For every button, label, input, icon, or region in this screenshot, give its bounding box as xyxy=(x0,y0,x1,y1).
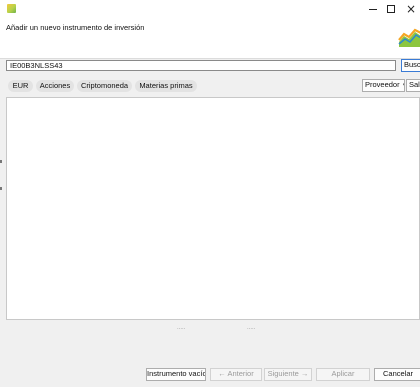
chart-logo-icon xyxy=(398,26,420,48)
search-button[interactable]: Buscar xyxy=(401,59,420,72)
empty-instrument-button[interactable]: Instrumento vacío xyxy=(146,368,206,381)
app-icon xyxy=(7,4,16,13)
title-bar: × xyxy=(0,0,420,18)
left-edge-marker xyxy=(0,187,2,190)
chevron-down-icon: ▼ xyxy=(402,83,404,89)
filter-chip-eur[interactable]: EUR xyxy=(8,80,33,92)
filter-chip-commodities[interactable]: Materias primas xyxy=(135,80,197,92)
maximize-icon xyxy=(387,5,395,13)
add-instrument-dialog: × Añadir un nuevo instrumento de inversi… xyxy=(0,0,420,387)
close-icon: × xyxy=(405,2,417,16)
apply-button[interactable]: Aplicar xyxy=(316,368,370,381)
search-input[interactable] xyxy=(6,60,396,71)
splitter-handle-left[interactable]: ..... xyxy=(177,325,185,331)
next-button[interactable]: Siguiente → xyxy=(264,368,312,381)
cancel-button[interactable]: Cancelar xyxy=(374,368,420,381)
filter-chip-crypto[interactable]: Criptomoneda xyxy=(77,80,132,92)
provider-label: Proveedor xyxy=(365,80,400,89)
filter-chip-stocks[interactable]: Acciones xyxy=(36,80,74,92)
left-edge-marker xyxy=(0,160,2,163)
minimize-icon xyxy=(369,9,377,10)
close-button[interactable]: × xyxy=(400,0,420,18)
maximize-button[interactable] xyxy=(380,0,402,18)
dialog-title: Añadir un nuevo instrumento de inversión xyxy=(6,23,145,32)
dialog-header: Añadir un nuevo instrumento de inversión xyxy=(0,18,420,59)
results-list[interactable] xyxy=(6,97,420,320)
previous-button[interactable]: ← Anterior xyxy=(210,368,262,381)
splitter-handle-right[interactable]: ..... xyxy=(247,325,255,331)
provider-dropdown[interactable]: Proveedor ▼ xyxy=(362,79,405,92)
exit-button[interactable]: Salir xyxy=(406,79,420,92)
